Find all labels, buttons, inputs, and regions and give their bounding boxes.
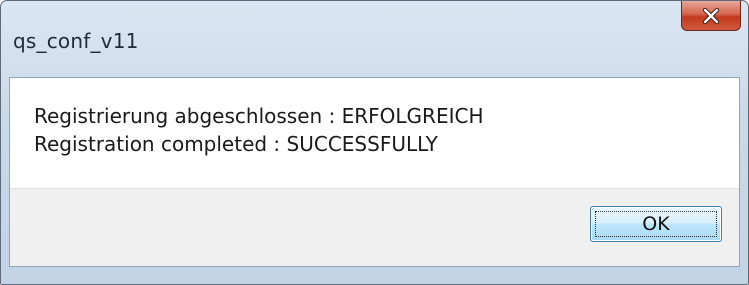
ok-button[interactable]: OK	[590, 206, 722, 242]
message-area: Registrierung abgeschlossen : ERFOLGREIC…	[10, 78, 739, 189]
message-line-german: Registrierung abgeschlossen : ERFOLGREIC…	[34, 104, 484, 128]
title-bar[interactable]: qs_conf_v11	[1, 1, 748, 77]
ok-button-label: OK	[642, 213, 670, 235]
close-icon	[702, 7, 720, 24]
dialog-content: Registrierung abgeschlossen : ERFOLGREIC…	[9, 77, 740, 267]
dialog-window: qs_conf_v11 Registrierung abgeschlossen …	[0, 0, 749, 285]
window-title: qs_conf_v11	[13, 29, 139, 53]
close-button[interactable]	[681, 1, 741, 31]
message-line-english: Registration completed : SUCCESSFULLY	[34, 132, 438, 156]
